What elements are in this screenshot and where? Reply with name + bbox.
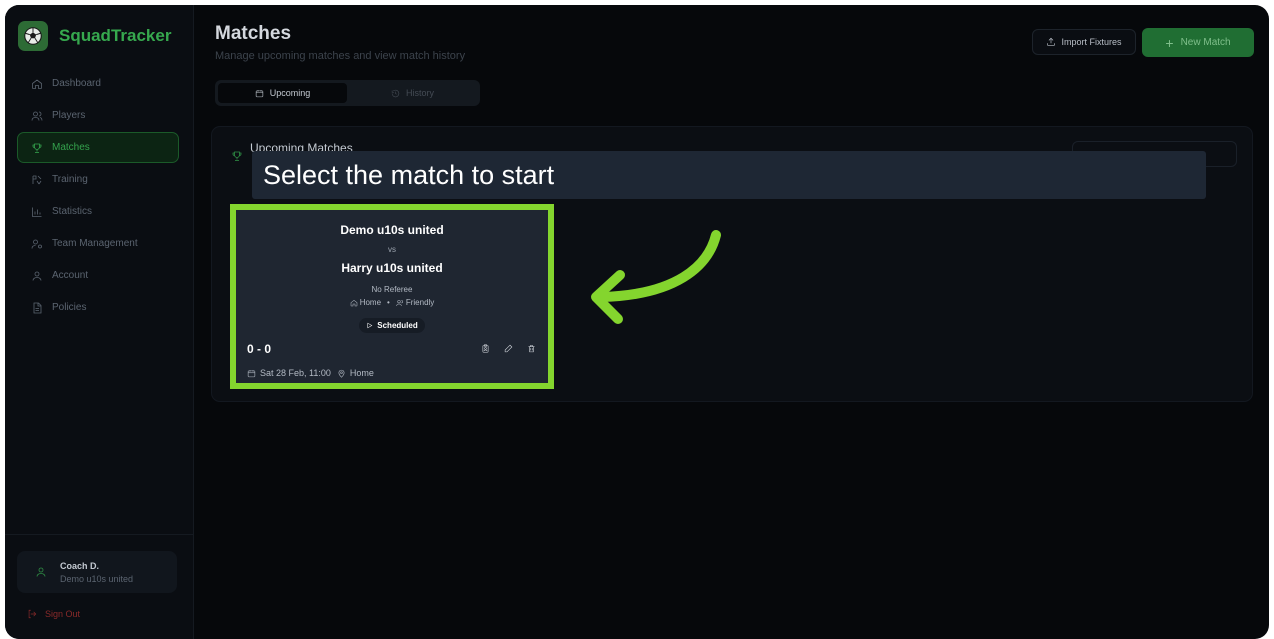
sidebar-item-label: Matches: [52, 142, 90, 153]
tab-label: History: [405, 88, 434, 98]
tab-upcoming[interactable]: Upcoming: [218, 83, 347, 103]
edit-button[interactable]: [504, 344, 513, 353]
curved-arrow-icon: [591, 230, 721, 324]
sidebar-item-statistics[interactable]: Statistics: [17, 196, 179, 227]
sidebar-item-label: Training: [52, 174, 88, 185]
sign-out-link[interactable]: Sign Out: [27, 609, 80, 619]
match-datetime: Sat 28 Feb, 11:00 Home: [247, 368, 374, 378]
trash-icon: [528, 345, 535, 353]
match-actions: [467, 344, 536, 353]
tab-label: Upcoming: [269, 88, 311, 98]
page-subtitle: Manage upcoming matches and view match h…: [215, 50, 466, 62]
sidebar-item-label: Policies: [52, 302, 87, 313]
history-icon: [391, 89, 400, 97]
team-icon: [31, 239, 42, 249]
home-team: Demo u10s united: [340, 223, 444, 237]
document-icon: [33, 302, 42, 313]
sidebar-item-label: Team Management: [52, 238, 138, 249]
sidebar-item-players[interactable]: Players: [17, 100, 179, 131]
status-badge: Scheduled: [359, 318, 425, 333]
user-icon: [36, 567, 46, 577]
sidebar: SquadTracker Dashboard Players Matches T…: [5, 5, 194, 639]
page-title: Matches: [215, 23, 292, 44]
sidebar-item-label: Statistics: [52, 206, 93, 217]
home-icon: [32, 78, 42, 89]
match-date: Sat 28 Feb, 11:00: [260, 368, 331, 378]
sidebar-divider: [5, 534, 194, 535]
match-score: 0 - 0: [247, 342, 272, 356]
calendar-icon: [255, 89, 263, 97]
instruction-text: Select the match to start: [263, 160, 555, 190]
referee-label: No Referee: [371, 285, 413, 294]
user-name: Coach D.: [60, 560, 100, 571]
sidebar-item-matches[interactable]: Matches: [17, 132, 179, 163]
sidebar-item-label: Account: [52, 270, 89, 281]
match-location: Home: [349, 368, 374, 378]
users-icon: [31, 111, 43, 121]
match-meta: Home • Friendly: [236, 298, 548, 307]
delete-button[interactable]: [527, 344, 536, 353]
new-match-button[interactable]: + New Match: [1142, 28, 1254, 57]
away-team: Harry u10s united: [341, 261, 443, 275]
status-label: Scheduled: [377, 321, 418, 330]
versus-label: vs: [388, 245, 396, 254]
sign-out-icon: [28, 609, 37, 619]
instruction-tooltip: Select the match to start: [252, 151, 1206, 199]
clipboard-user-icon: [482, 344, 489, 353]
brand[interactable]: SquadTracker: [18, 21, 171, 51]
bar-chart-icon: [32, 207, 42, 217]
squad-button[interactable]: [481, 344, 490, 353]
venue-type: Home: [359, 298, 382, 307]
pencil-icon: [504, 344, 513, 353]
sidebar-item-team-management[interactable]: Team Management: [17, 228, 179, 259]
brand-name: SquadTracker: [59, 26, 172, 45]
sidebar-item-training[interactable]: Training: [17, 164, 179, 195]
app-window: SquadTracker Dashboard Players Matches T…: [5, 5, 1269, 639]
users-icon: [396, 299, 403, 306]
import-fixtures-label: Import Fixtures: [1061, 37, 1122, 47]
sign-out-label: Sign Out: [45, 609, 81, 619]
home-icon: [350, 299, 357, 306]
upload-icon: [1047, 37, 1056, 46]
import-fixtures-button[interactable]: Import Fixtures: [1032, 29, 1136, 55]
match-type: Friendly: [405, 298, 435, 307]
training-icon: [32, 175, 42, 184]
user-card[interactable]: Coach D. Demo u10s united: [17, 551, 177, 593]
sidebar-item-policies[interactable]: Policies: [17, 292, 179, 323]
soccer-ball-logo-icon: [18, 21, 48, 51]
sidebar-item-label: Dashboard: [52, 78, 101, 89]
trophy-icon: [32, 143, 42, 153]
user-icon: [32, 271, 42, 281]
play-icon: [367, 322, 373, 329]
location-pin-icon: [338, 369, 345, 378]
plus-icon: +: [1165, 34, 1174, 51]
new-match-label: New Match: [1180, 37, 1231, 48]
match-card[interactable]: Demo u10s united vs Harry u10s united No…: [230, 204, 554, 389]
sidebar-item-label: Players: [52, 110, 86, 121]
separator-dot: •: [387, 298, 390, 307]
calendar-icon: [247, 369, 256, 377]
tab-list: Upcoming History: [215, 80, 480, 106]
user-team: Demo u10s united: [60, 573, 134, 584]
trophy-icon: [231, 149, 243, 161]
sidebar-nav: Dashboard Players Matches Training Stati…: [17, 68, 179, 324]
status-row: Scheduled: [236, 318, 548, 333]
sidebar-item-account[interactable]: Account: [17, 260, 179, 291]
tab-history[interactable]: History: [348, 83, 477, 103]
sidebar-item-dashboard[interactable]: Dashboard: [17, 68, 179, 99]
